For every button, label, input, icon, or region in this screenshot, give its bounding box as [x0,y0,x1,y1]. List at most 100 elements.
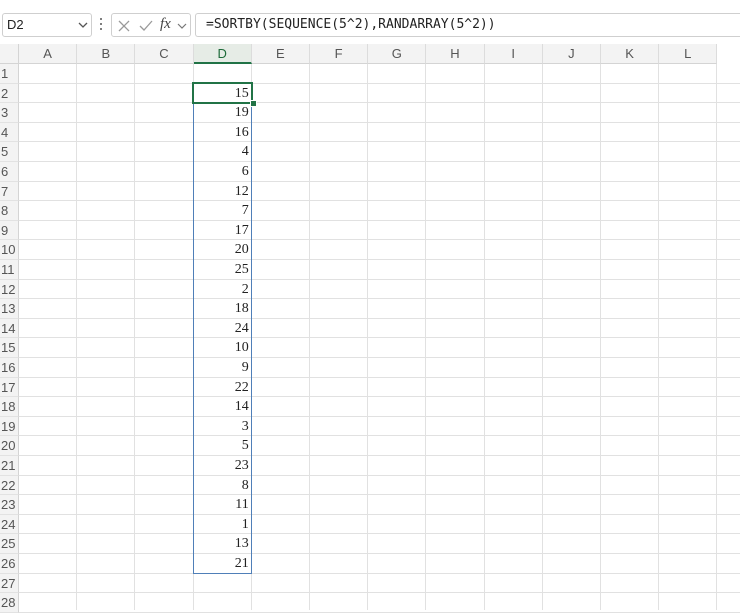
cell-d11[interactable]: 25 [194,260,252,280]
row-header-7[interactable]: 7 [0,181,19,202]
cell-d18[interactable]: 14 [194,397,252,417]
cell-d20[interactable]: 5 [194,436,252,456]
chevron-down-icon[interactable] [77,18,89,32]
cell-d19[interactable]: 3 [194,417,252,437]
column-header-d[interactable]: D [193,44,252,64]
row-header-22[interactable]: 22 [0,475,19,496]
row-header-25[interactable]: 25 [0,534,19,554]
gridline [19,259,740,260]
row-header-8[interactable]: 8 [0,201,19,221]
gridline [19,474,740,476]
row-header-10[interactable]: 10 [0,240,19,260]
row-header-3[interactable]: 3 [0,103,19,123]
row-header-15[interactable]: 15 [0,338,19,358]
row-header-9[interactable]: 9 [0,220,19,241]
row-header-27[interactable]: 27 [0,573,19,594]
row-header-6[interactable]: 6 [0,162,19,182]
cell-d3[interactable]: 19 [194,103,252,123]
enter-check-icon[interactable] [138,18,154,34]
name-box[interactable]: D2 [2,13,92,37]
gridline [19,102,740,104]
row-header-19[interactable]: 19 [0,416,19,437]
gridline [19,317,740,319]
cell-d9[interactable]: 17 [194,221,252,241]
gridline [19,415,740,417]
cell-d5[interactable]: 4 [194,142,252,162]
row-header-16[interactable]: 16 [0,358,19,378]
cell-d13[interactable]: 18 [194,299,252,319]
row-header-18[interactable]: 18 [0,397,19,417]
row-header-5[interactable]: 5 [0,142,19,162]
row-header-1[interactable]: 1 [0,64,19,84]
formula-text: =SORTBY(SEQUENCE(5^2),RANDARRAY(5^2)) [206,17,496,32]
row-header-17[interactable]: 17 [0,377,19,398]
insert-function-icon[interactable]: fx [160,16,171,33]
cell-d8[interactable]: 7 [194,201,252,221]
gridline [19,239,740,241]
column-header-i[interactable]: I [484,44,543,64]
column-header-g[interactable]: G [368,44,427,64]
column-header-b[interactable]: B [77,44,136,64]
chevron-down-icon[interactable] [177,19,187,33]
cell-d10[interactable]: 20 [194,240,252,260]
row-header-24[interactable]: 24 [0,514,19,535]
name-box-value: D2 [7,17,24,32]
cell-d6[interactable]: 6 [194,162,252,182]
gridline [19,396,740,398]
column-header-l[interactable]: L [659,44,718,64]
gridline [19,278,740,280]
gridline [19,337,740,339]
row-header-23[interactable]: 23 [0,495,19,515]
cell-d7[interactable]: 12 [194,182,252,202]
cell-d14[interactable]: 24 [194,319,252,339]
column-header-e[interactable]: E [251,44,310,64]
gridline [19,141,740,143]
formula-input[interactable]: =SORTBY(SEQUENCE(5^2),RANDARRAY(5^2)) [195,13,740,37]
row-header-12[interactable]: 12 [0,279,19,300]
row-header-2[interactable]: 2 [0,83,19,104]
column-header-c[interactable]: C [135,44,194,64]
row-header-21[interactable]: 21 [0,456,19,476]
column-header-f[interactable]: F [310,44,369,64]
column-header-h[interactable]: H [426,44,485,64]
column-header-a[interactable]: A [19,44,78,64]
cell-d21[interactable]: 23 [194,456,252,476]
gridline [19,200,740,202]
cell-d4[interactable]: 16 [194,123,252,143]
row-header-20[interactable]: 20 [0,436,19,456]
cell-d15[interactable]: 10 [194,338,252,358]
gridline [19,533,740,535]
gridline [19,180,740,182]
cell-d12[interactable]: 2 [194,280,252,300]
cell-d23[interactable]: 11 [194,495,252,515]
gridline [19,553,740,554]
row-header-4[interactable]: 4 [0,122,19,143]
row-header-26[interactable]: 26 [0,554,19,574]
gridline [19,82,740,84]
gridline [19,435,740,437]
column-header-k[interactable]: K [601,44,660,64]
row-header-13[interactable]: 13 [0,299,19,319]
cell-d25[interactable]: 13 [194,534,252,554]
cell-area[interactable]: 15 19 16 4 6 12 7 17 20 25 2 18 24 10 9 22 14 3 5 23 8 11 1 13 2… [19,64,740,613]
gridline [19,592,740,594]
cell-d16[interactable]: 9 [194,358,252,378]
gridline [19,376,740,378]
worksheet-grid[interactable]: ABCDEFGHIJKL 1 2 3 4 5 6 7 8 9 10 11 12 13 14 15 16 17 18… [0,44,740,613]
more-options-icon[interactable] [98,18,104,32]
gridline [19,161,740,162]
cell-d22[interactable]: 8 [194,476,252,496]
row-header-11[interactable]: 11 [0,260,19,280]
row-header-14[interactable]: 14 [0,318,19,339]
fill-handle[interactable] [249,100,257,108]
column-header-j[interactable]: J [542,44,601,64]
select-all-corner[interactable] [0,44,19,64]
cancel-icon[interactable] [116,18,132,34]
cell-d26[interactable]: 21 [194,554,252,574]
cell-d17[interactable]: 22 [194,378,252,398]
gridline [19,513,740,515]
gridline [19,121,740,123]
cell-d24[interactable]: 1 [194,515,252,535]
gridline [19,357,740,358]
cell-d2[interactable]: 15 [194,84,252,104]
